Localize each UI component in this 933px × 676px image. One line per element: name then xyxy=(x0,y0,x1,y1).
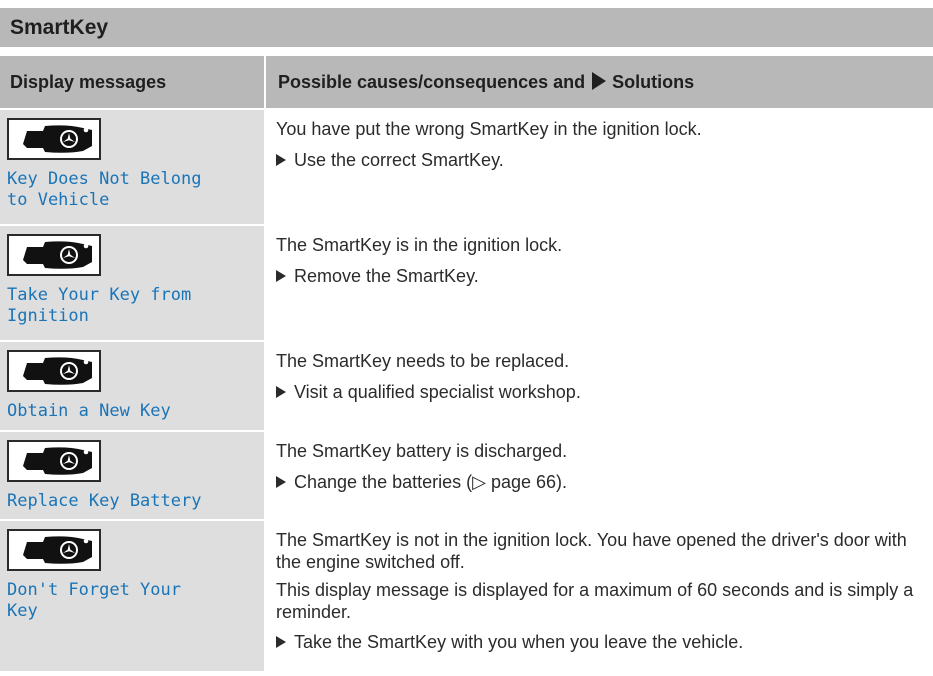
cause-text: The SmartKey battery is discharged. xyxy=(276,441,568,461)
display-message-text: Take Your Key from Ignition xyxy=(7,285,192,326)
cause-text: You have put the wrong SmartKey in the i… xyxy=(276,119,702,139)
display-message-cell: Replace Key Battery xyxy=(0,432,264,519)
solution-step: Use the correct SmartKey. xyxy=(276,149,933,171)
header-causes-label: Possible causes/consequences and xyxy=(278,72,586,92)
causes-cell: The SmartKey battery is discharged. Chan… xyxy=(264,432,933,519)
step-arrow-icon xyxy=(276,386,286,398)
solution-text: Use the correct SmartKey. xyxy=(294,150,504,170)
smartkey-icon xyxy=(7,440,101,482)
step-arrow-icon xyxy=(276,270,286,282)
step-arrow-icon xyxy=(276,154,286,166)
solution-text: Remove the SmartKey. xyxy=(294,266,479,286)
solution-text: Change the batteries (▷ page 66). xyxy=(294,472,568,492)
solution-arrow-icon xyxy=(592,72,607,90)
display-message-cell: Key Does Not Belong to Vehicle xyxy=(0,110,264,224)
table-row: Don't Forget Your Key The SmartKey is no… xyxy=(0,521,933,671)
solution-step: Take the SmartKey with you when you leav… xyxy=(276,631,931,653)
display-message-text: Don't Forget Your Key xyxy=(7,580,181,621)
display-message-cell: Take Your Key from Ignition xyxy=(0,226,264,340)
causes-cell: The SmartKey needs to be replaced. Visit… xyxy=(264,342,933,430)
display-message-text: Replace Key Battery xyxy=(7,491,202,511)
smartkey-icon xyxy=(7,118,101,160)
solution-step: Remove the SmartKey. xyxy=(276,265,933,287)
display-message-text: Obtain a New Key xyxy=(7,401,171,421)
cause-text: The SmartKey is not in the ignition lock… xyxy=(276,530,907,572)
step-arrow-icon xyxy=(276,476,286,488)
header-display-messages: Display messages xyxy=(10,72,167,92)
causes-cell: The SmartKey is not in the ignition lock… xyxy=(264,521,933,671)
section-title: SmartKey xyxy=(0,8,933,47)
display-message-cell: Obtain a New Key xyxy=(0,342,264,430)
smartkey-icon xyxy=(7,234,101,276)
solution-step: Visit a qualified specialist workshop. xyxy=(276,381,933,403)
table-row: Key Does Not Belong to Vehicle You have … xyxy=(0,110,933,226)
solution-text: Visit a qualified specialist workshop. xyxy=(294,382,581,402)
solution-text: Take the SmartKey with you when you leav… xyxy=(294,632,744,652)
table-header: Display messages Possible causes/consequ… xyxy=(0,56,933,110)
smartkey-icon xyxy=(7,350,101,392)
table-row: Replace Key Battery The SmartKey battery… xyxy=(0,432,933,521)
table-row: Take Your Key from Ignition The SmartKey… xyxy=(0,226,933,342)
header-causes-solutions: Possible causes/consequences and Solutio… xyxy=(264,56,933,108)
display-messages-table: Display messages Possible causes/consequ… xyxy=(0,56,933,671)
causes-cell: You have put the wrong SmartKey in the i… xyxy=(264,110,933,224)
solution-step: Change the batteries (▷ page 66). xyxy=(276,471,933,493)
display-message-text: Key Does Not Belong to Vehicle xyxy=(7,169,202,210)
cause-text: The SmartKey is in the ignition lock. xyxy=(276,235,563,255)
smartkey-icon xyxy=(7,529,101,571)
display-message-cell: Don't Forget Your Key xyxy=(0,521,264,671)
causes-cell: The SmartKey is in the ignition lock. Re… xyxy=(264,226,933,340)
table-row: Obtain a New Key The SmartKey needs to b… xyxy=(0,342,933,432)
header-solutions-label: Solutions xyxy=(612,72,695,92)
cause-text: This display message is displayed for a … xyxy=(276,580,914,622)
step-arrow-icon xyxy=(276,636,286,648)
cause-text: The SmartKey needs to be replaced. xyxy=(276,351,570,371)
